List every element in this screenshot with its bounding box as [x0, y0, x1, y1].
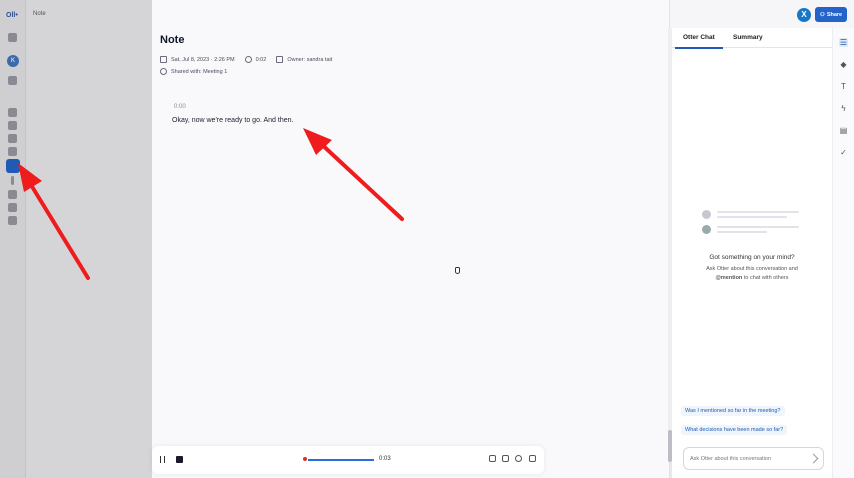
- mouse-cursor-icon: [455, 267, 460, 274]
- chat-input[interactable]: Ask Otter about this conversation: [683, 447, 824, 470]
- tab-otter-chat[interactable]: Otter Chat: [675, 34, 723, 49]
- send-icon[interactable]: [808, 453, 819, 464]
- note-meta: Sat, Jul 8, 2023 · 2:26 PM 0:02 Owner: s…: [160, 56, 332, 63]
- action-item-icon[interactable]: [515, 455, 522, 462]
- chat-empty-subtitle: Ask Otter about this conversation and @m…: [696, 265, 808, 282]
- suggestion-decisions[interactable]: What decisions have been made so far?: [681, 425, 788, 435]
- archive-icon[interactable]: [8, 216, 17, 225]
- people-icon: [160, 68, 167, 75]
- transcript-text[interactable]: Okay, now we're ready to go. And then.: [172, 117, 293, 124]
- more-icon[interactable]: [11, 176, 14, 185]
- share-label: Share: [826, 11, 843, 18]
- comments-icon[interactable]: ▤: [839, 126, 848, 135]
- suggestion-mentioned[interactable]: Was I mentioned so far in the meeting?: [681, 406, 785, 416]
- highlight-icon[interactable]: [489, 455, 496, 462]
- transcript-timestamp[interactable]: 0:00: [174, 104, 186, 110]
- stop-icon[interactable]: [176, 456, 183, 463]
- player-time: 0:03: [379, 456, 391, 462]
- notes-icon[interactable]: [8, 121, 17, 130]
- chat-empty-line-2: to chat with others: [742, 274, 789, 281]
- current-note-icon[interactable]: [6, 159, 20, 173]
- note-owner: Owner: sandra tait: [287, 56, 333, 63]
- image-icon[interactable]: [529, 455, 536, 462]
- apps-grid-icon[interactable]: [8, 147, 17, 156]
- gem-icon[interactable]: ◆: [839, 60, 848, 69]
- left-rail: Oll• K: [0, 0, 26, 478]
- import-icon[interactable]: [8, 203, 17, 212]
- share-button[interactable]: ⚇ Share: [815, 7, 847, 22]
- people-icon[interactable]: [8, 76, 17, 85]
- note-date: Sat, Jul 8, 2023 · 2:26 PM: [171, 56, 235, 63]
- chat-tabs: Otter Chat Summary: [672, 28, 832, 49]
- recording-dot: [303, 457, 307, 461]
- audio-player: 0:03: [152, 446, 544, 474]
- tab-summary[interactable]: Summary: [733, 34, 763, 41]
- chat-input-placeholder: Ask Otter about this conversation: [690, 456, 772, 462]
- note-panel: Note Sat, Jul 8, 2023 · 2:26 PM 0:02 Own…: [152, 0, 670, 478]
- home-icon[interactable]: [8, 108, 17, 117]
- chat-empty-illustration: [702, 210, 799, 240]
- mention-label: @mention: [715, 274, 743, 281]
- pause-icon[interactable]: [160, 456, 165, 463]
- right-toolbar: ☰ ◆ T ϟ ▤ ✓: [832, 28, 854, 478]
- comment-icon[interactable]: [502, 455, 509, 462]
- chat-empty-title: Got something on your mind?: [709, 254, 795, 261]
- user-avatar[interactable]: X: [797, 8, 811, 22]
- bell-icon[interactable]: [8, 33, 17, 42]
- otter-logo: Oll•: [6, 12, 18, 19]
- chat-empty-line: Ask Otter about this conversation and: [706, 266, 798, 272]
- app-shell: Oll• K Note: [0, 0, 152, 478]
- clock-icon: [244, 56, 252, 63]
- calendar-icon: [160, 56, 167, 63]
- owner-icon: [276, 56, 284, 63]
- folder-icon[interactable]: [8, 190, 17, 199]
- shared-with-label: Shared with: Meeting 1: [171, 68, 228, 75]
- page-title[interactable]: Note: [160, 34, 184, 46]
- shell-note-label: Note: [33, 11, 46, 17]
- share-icon: ⚇: [819, 11, 825, 18]
- avatar[interactable]: K: [7, 55, 19, 67]
- channel-icon[interactable]: [8, 134, 17, 143]
- text-icon[interactable]: T: [839, 82, 848, 91]
- shared-with[interactable]: Shared with: Meeting 1: [160, 68, 227, 75]
- note-duration: 0:02: [255, 56, 267, 63]
- transcript-icon[interactable]: ☰: [839, 38, 848, 47]
- lightning-icon[interactable]: ϟ: [839, 104, 848, 113]
- check-icon[interactable]: ✓: [839, 148, 848, 157]
- otter-chat-panel: Otter Chat Summary Got something on your…: [672, 28, 832, 478]
- progress-track[interactable]: [308, 459, 374, 461]
